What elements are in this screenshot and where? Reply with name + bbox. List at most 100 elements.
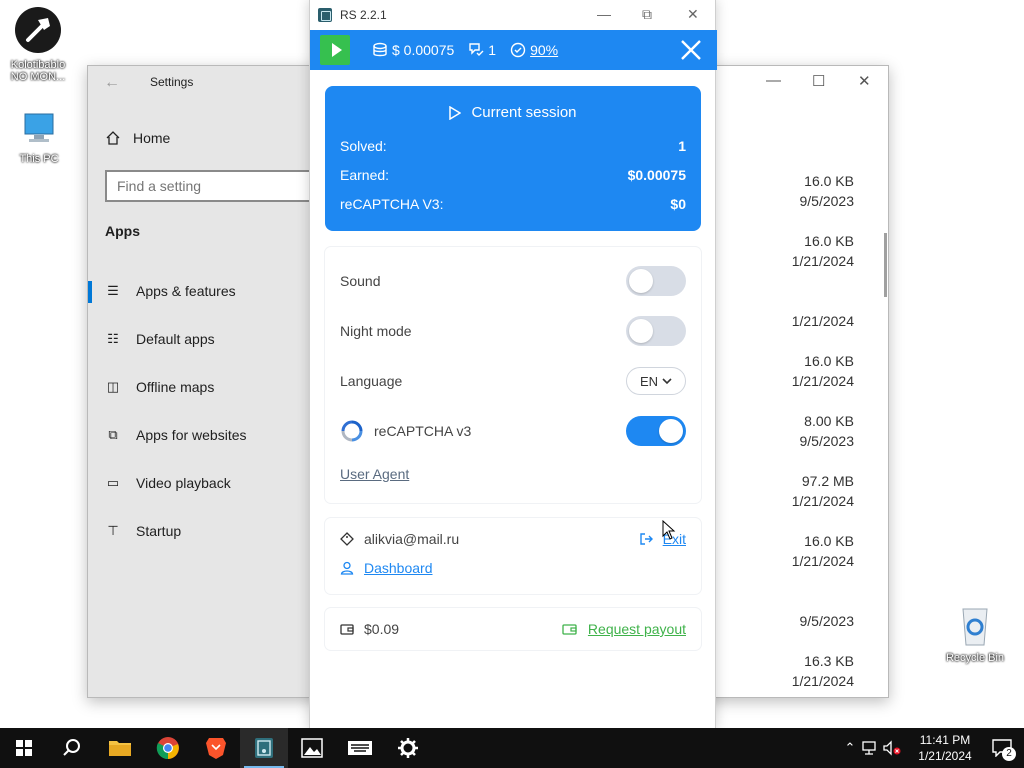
sound-toggle[interactable] xyxy=(626,266,686,296)
wallet-balance-row: $0.09 xyxy=(340,621,399,637)
check-circle-icon xyxy=(510,42,526,58)
sound-label: Sound xyxy=(340,273,381,289)
user-icon xyxy=(340,561,354,575)
row-value: $0.00075 xyxy=(627,167,686,183)
session-row-recaptcha: reCAPTCHA V3: $0 xyxy=(340,196,686,212)
clock[interactable]: 11:41 PM 1/21/2024 xyxy=(910,732,980,764)
search-button[interactable] xyxy=(48,728,96,768)
play-outline-icon xyxy=(449,105,462,120)
user-agent-link[interactable]: User Agent xyxy=(340,466,409,482)
taskbar-file-explorer[interactable] xyxy=(96,728,144,768)
home-icon xyxy=(106,131,120,145)
maximize-icon[interactable]: ⧉ xyxy=(642,6,652,23)
file-date: 9/5/2023 xyxy=(799,193,855,209)
close-icon[interactable]: ✕ xyxy=(858,72,871,90)
maximize-icon[interactable]: ☐ xyxy=(812,72,825,90)
notification-count: 2 xyxy=(1002,747,1016,761)
sidebar-item-default-apps[interactable]: ☷ Default apps xyxy=(88,321,310,357)
start-button[interactable] xyxy=(0,728,48,768)
solved-value: 1 xyxy=(488,42,497,58)
balance-value: $ 0.00075 xyxy=(392,42,455,58)
file-size: 16.0 KB xyxy=(804,353,854,369)
night-mode-toggle[interactable] xyxy=(626,316,686,346)
accuracy-value: 90% xyxy=(530,42,559,58)
scrollbar[interactable] xyxy=(884,233,887,297)
desktop-icon-this-pc[interactable]: This PC xyxy=(3,108,75,165)
accuracy-stat[interactable]: 90% xyxy=(510,42,558,58)
file-date: 1/21/2024 xyxy=(791,493,854,509)
dashboard-row[interactable]: Dashboard xyxy=(340,560,433,576)
row-value: $0 xyxy=(670,196,686,212)
desktop-icon-kolotibablo[interactable]: Kolotibablo NO MON... xyxy=(2,6,74,83)
rs-app-window: RS 2.2.1 — ⧉ ✕ $ 0.00075 1 90% Current s… xyxy=(309,0,717,730)
email-value: alikvia@mail.ru xyxy=(364,531,460,547)
email-row: alikvia@mail.ru xyxy=(340,531,459,547)
file-date: 1/21/2024 xyxy=(791,553,854,569)
taskbar-rs-app[interactable] xyxy=(240,728,288,768)
sidebar-item-apps-for-websites[interactable]: ⧉ Apps for websites xyxy=(88,417,310,453)
menu-label: Startup xyxy=(136,523,182,539)
account-panel: alikvia@mail.ru Exit Dashboard xyxy=(325,518,701,594)
language-select[interactable]: EN xyxy=(626,367,686,395)
file-date: 1/21/2024 xyxy=(791,373,854,389)
list-icon: ☰ xyxy=(107,283,119,298)
taskbar-settings[interactable] xyxy=(384,728,432,768)
rs-titlebar: RS 2.2.1 xyxy=(310,0,715,30)
recaptcha-icon xyxy=(341,420,363,442)
desktop-icon-label: This PC xyxy=(19,153,59,165)
sidebar-item-startup[interactable]: ⊤ Startup xyxy=(88,513,310,549)
network-icon[interactable] xyxy=(860,740,878,756)
close-icon[interactable] xyxy=(679,38,703,62)
sidebar-item-apps-features[interactable]: ☰ Apps & features xyxy=(88,273,310,309)
file-date: 1/21/2024 xyxy=(791,253,854,269)
dashboard-link[interactable]: Dashboard xyxy=(364,560,433,576)
minimize-icon[interactable]: — xyxy=(597,6,611,22)
file-size: 16.3 KB xyxy=(804,653,854,669)
sidebar-item-video-playback[interactable]: ▭ Video playback xyxy=(88,465,310,501)
windows-icon xyxy=(16,740,32,756)
clock-date: 1/21/2024 xyxy=(918,749,972,763)
home-label: Home xyxy=(133,130,171,146)
gear-icon xyxy=(398,738,418,758)
desktop-icon-recycle-bin[interactable]: Recycle Bin xyxy=(939,603,1011,664)
notification-button[interactable]: 2 xyxy=(980,728,1024,768)
recycle-bin-icon xyxy=(962,608,988,646)
close-icon[interactable]: ✕ xyxy=(687,6,699,23)
start-button[interactable] xyxy=(320,35,350,65)
file-date: 9/5/2023 xyxy=(799,433,855,449)
recaptcha-toggle[interactable] xyxy=(626,416,686,446)
volume-muted-icon[interactable] xyxy=(882,740,902,756)
sidebar-item-offline-maps[interactable]: ◫ Offline maps xyxy=(88,369,310,405)
night-mode-row: Night mode xyxy=(340,316,686,346)
mouse-cursor-icon xyxy=(662,520,676,540)
rs-title: RS 2.2.1 xyxy=(340,8,387,22)
home-link[interactable]: Home xyxy=(105,130,170,146)
hammer-icon xyxy=(15,7,61,53)
file-date: 1/21/2024 xyxy=(791,313,854,329)
taskbar-chrome[interactable] xyxy=(144,728,192,768)
window-title: Settings xyxy=(150,75,194,89)
file-size: 97.2 MB xyxy=(801,473,854,489)
row-label: Earned: xyxy=(340,167,390,183)
wallet-panel: $0.09 Request payout xyxy=(325,608,701,650)
taskbar-keyboard[interactable] xyxy=(336,728,384,768)
request-payout-link[interactable]: Request payout xyxy=(588,621,686,637)
balance-stat: $ 0.00075 xyxy=(372,42,454,58)
back-arrow-icon[interactable]: ← xyxy=(104,74,120,92)
desktop-icon-label: Kolotibablo NO MON... xyxy=(10,59,66,83)
minimize-icon[interactable]: — xyxy=(766,72,781,89)
sound-row: Sound xyxy=(340,266,686,296)
chevron-up-icon[interactable]: ⌃ xyxy=(840,740,860,756)
payout-group[interactable]: Request payout xyxy=(562,621,686,637)
current-session-card: Current session Solved: 1 Earned: $0.000… xyxy=(325,86,701,231)
brave-icon xyxy=(206,738,226,759)
startup-icon: ⊤ xyxy=(107,523,119,538)
video-icon: ▭ xyxy=(106,475,120,490)
keyboard-icon xyxy=(348,741,372,755)
recaptcha-label-group: reCAPTCHA v3 xyxy=(340,419,471,443)
taskbar-photos[interactable] xyxy=(288,728,336,768)
search-input[interactable] xyxy=(105,170,325,202)
wallet-icon xyxy=(562,624,577,635)
taskbar-brave[interactable] xyxy=(192,728,240,768)
file-size: 16.0 KB xyxy=(804,533,854,549)
